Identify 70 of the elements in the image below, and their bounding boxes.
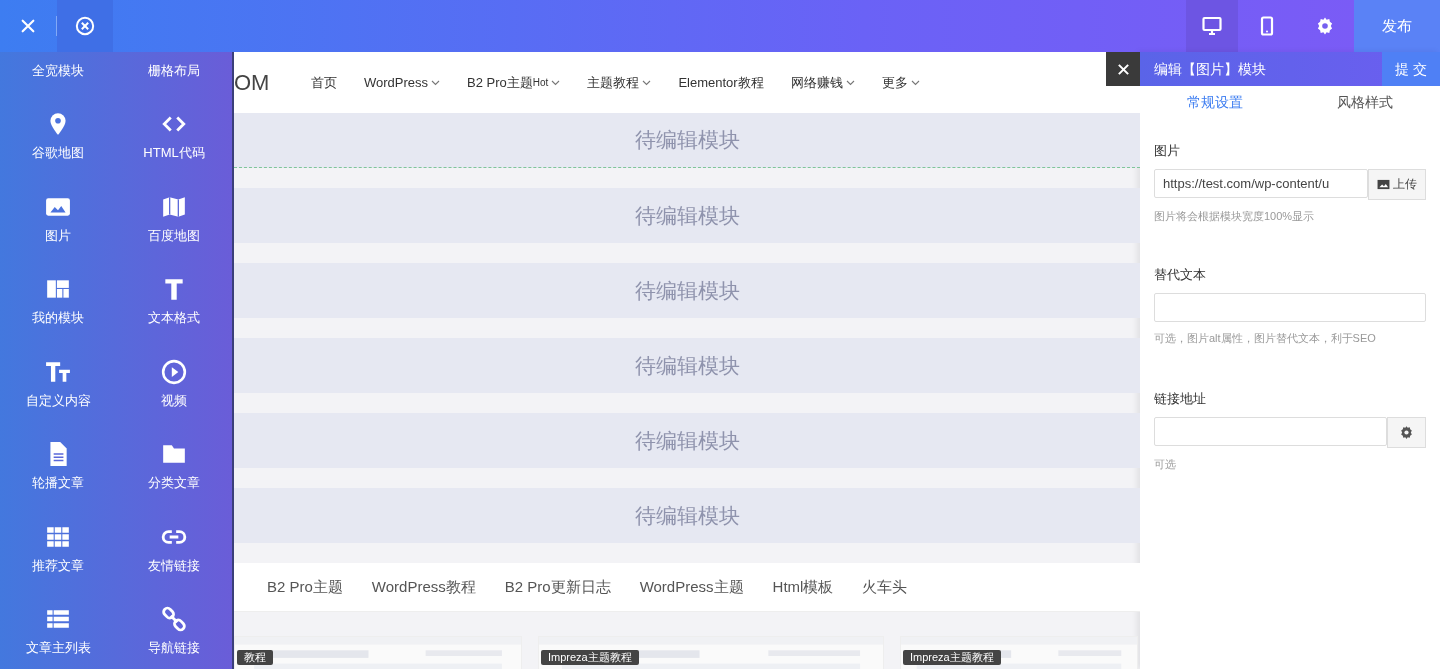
upload-button[interactable]: 上传 [1368, 168, 1426, 200]
nav-link[interactable]: 主题教程 [587, 72, 652, 93]
field-label: 链接地址 [1154, 390, 1207, 408]
module-placeholder[interactable]: 待编辑模块 [234, 188, 1140, 243]
module-item[interactable]: 百度地图 [116, 170, 232, 253]
module-placeholder[interactable]: 待编辑模块 [234, 113, 1140, 168]
input-field[interactable] [1154, 292, 1426, 322]
category-tab[interactable]: Html模板 [772, 575, 834, 599]
module-item[interactable]: 图片 [0, 170, 116, 253]
module-placeholder[interactable]: 待编辑模块 [234, 263, 1140, 318]
module-item[interactable]: 全宽模块 [0, 52, 116, 88]
module-item[interactable]: 视频 [116, 335, 232, 418]
settings-icon [1315, 16, 1335, 36]
module-item[interactable]: 推荐文章 [0, 500, 116, 583]
module-placeholder[interactable]: 待编辑模块 [234, 413, 1140, 468]
play-icon [161, 358, 187, 385]
module-placeholder[interactable]: 待编辑模块 [234, 488, 1140, 543]
module-item[interactable]: 文章主列表 [0, 583, 116, 666]
circle-x-icon [75, 16, 95, 36]
submit-button[interactable]: 提 交 [1382, 52, 1440, 86]
field-hint: 可选，图片alt属性，图片替代文本，利于SEO [1154, 330, 1377, 346]
settings-icon [1399, 424, 1414, 440]
category-tab[interactable]: B2 Pro更新日志 [504, 575, 611, 599]
module-item[interactable]: 栅格布局 [116, 52, 232, 88]
nav-link[interactable]: 更多 [881, 72, 920, 93]
post-card[interactable]: Impreza主题教程 [538, 636, 884, 669]
nav-link[interactable]: WordPress [364, 72, 441, 93]
close-icon [1116, 62, 1130, 76]
field-hint: 可选 [1154, 456, 1177, 472]
nav-link[interactable]: 网络赚钱 [790, 72, 855, 93]
nav-link[interactable]: 首页 [311, 72, 337, 93]
field-label: 替代文本 [1154, 266, 1207, 284]
input-field[interactable] [1154, 416, 1387, 446]
post-card[interactable]: 教程 [234, 636, 522, 669]
field-hint: 图片将会根据模块宽度100%显示 [1154, 208, 1316, 224]
category-tab[interactable]: WordPress教程 [371, 575, 476, 599]
field-label: 图片 [1154, 142, 1181, 160]
module-item[interactable]: 文本格式 [116, 253, 232, 336]
desktop-view-button[interactable] [1186, 0, 1238, 52]
module-item[interactable]: 轮播文章 [0, 418, 116, 501]
cancel-button[interactable] [57, 0, 113, 52]
module-item[interactable]: 导航链接 [116, 583, 232, 666]
settings-tab[interactable]: 风格样式 [1290, 86, 1440, 119]
close-button[interactable] [1106, 52, 1140, 86]
nav-link[interactable]: Elementor教程 [678, 72, 764, 93]
nav-link[interactable]: B2 Pro主题Hot [467, 72, 561, 93]
module-item[interactable]: 自定义内容 [0, 335, 116, 418]
settings-button[interactable] [1387, 416, 1426, 448]
category-tag: 教程 [237, 650, 273, 665]
module-item[interactable]: HTML代码 [116, 88, 232, 171]
close-icon [20, 18, 36, 34]
category-tag: Impreza主题教程 [903, 650, 1001, 665]
input-field[interactable]: https://test.com/wp-content/u [1154, 168, 1368, 198]
settings-tab[interactable]: 常规设置 [1140, 86, 1290, 119]
desktop-icon [1202, 16, 1222, 36]
image-icon [1377, 178, 1390, 190]
category-tab[interactable]: WordPress主题 [639, 575, 744, 599]
panel-title: 编辑【图片】模块 [1153, 59, 1267, 79]
category-tab[interactable]: B2 Pro主题 [267, 575, 343, 599]
category-tab[interactable]: 火车头 [862, 575, 908, 599]
post-card[interactable]: Impreza主题教程 [900, 636, 1138, 669]
module-item[interactable]: 我的模块 [0, 253, 116, 336]
module-placeholder[interactable]: 待编辑模块 [234, 338, 1140, 393]
chain-icon [161, 606, 187, 632]
publish-button[interactable]: 发布 [1354, 0, 1440, 52]
module-item[interactable]: 友情链接 [116, 500, 232, 583]
logo-text: OM [234, 69, 271, 97]
category-tag: Impreza主题教程 [541, 650, 639, 665]
module-item[interactable]: 分类文章 [116, 418, 232, 501]
module-item[interactable]: 谷歌地图 [0, 88, 116, 171]
